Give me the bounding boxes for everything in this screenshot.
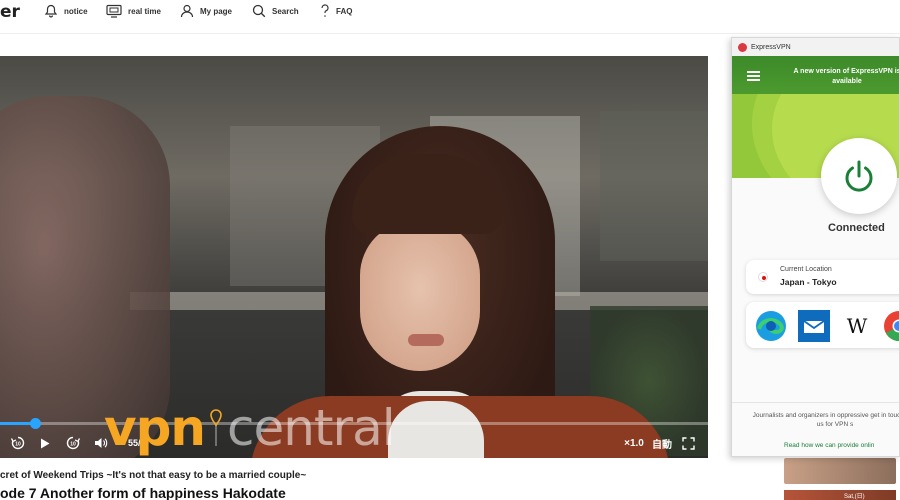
watermark-central: central <box>226 399 396 457</box>
svg-text:10: 10 <box>15 442 21 448</box>
menu-icon[interactable] <box>747 71 760 83</box>
forward-icon: 10 <box>66 436 81 450</box>
actress-lips <box>408 334 444 346</box>
actress-face <box>360 221 480 371</box>
wikipedia-shortcut[interactable]: W <box>840 309 874 343</box>
mail-icon <box>798 310 830 342</box>
speed-button[interactable]: ×1.0 <box>620 433 648 453</box>
wikipedia-icon: W <box>846 314 868 338</box>
mail-shortcut[interactable] <box>797 309 831 343</box>
thumbnail[interactable] <box>784 458 896 484</box>
vpn-app-name: ExpressVPN <box>751 43 791 51</box>
bell-icon <box>44 4 58 18</box>
rewind-10-button[interactable]: 10 <box>8 433 28 453</box>
tv-icon <box>106 4 122 18</box>
edge-shortcut[interactable] <box>754 309 788 343</box>
vpn-divider <box>732 402 899 403</box>
expressvpn-window: ExpressVPN A new version of ExpressVPN i… <box>731 37 900 457</box>
fullscreen-button[interactable] <box>680 433 696 453</box>
nav-search[interactable]: Search <box>252 0 299 22</box>
svg-text:10: 10 <box>70 442 76 448</box>
expressvpn-logo-icon <box>738 42 747 52</box>
search-icon <box>252 4 266 18</box>
site-logo[interactable]: er <box>0 2 20 22</box>
current-location-card[interactable]: Current Location Japan - Tokyo <box>746 260 899 294</box>
app-shortcuts: W <box>746 302 899 348</box>
play-icon <box>41 438 50 448</box>
location-value: Japan - Tokyo <box>780 277 837 287</box>
top-nav: er notice real time My page Search FAQ <box>0 0 900 34</box>
vpn-footer-text: Journalists and organizers in oppressive… <box>752 412 899 428</box>
location-pin-icon <box>209 406 223 450</box>
nav-search-label: Search <box>272 6 299 16</box>
forward-10-button[interactable]: 10 <box>63 433 83 453</box>
edge-icon <box>756 311 786 341</box>
thumbnail-caption: Sat,(日) <box>844 494 865 500</box>
thumbnail[interactable]: Sat,(日) <box>784 490 896 500</box>
update-notice[interactable]: A new version of ExpressVPN is available <box>782 67 899 87</box>
japan-flag-icon <box>758 272 768 282</box>
vpn-footer-link[interactable]: Read how we can provide onlin <box>784 442 874 449</box>
power-button[interactable] <box>821 138 897 214</box>
power-icon <box>845 160 873 192</box>
quality-button[interactable]: 自動 <box>650 433 674 453</box>
fullscreen-icon <box>681 436 695 450</box>
vpn-titlebar[interactable]: ExpressVPN <box>732 38 899 56</box>
nav-real-time[interactable]: real time <box>106 0 161 22</box>
background-shape <box>600 111 708 261</box>
nav-real-time-label: real time <box>128 6 161 16</box>
nav-notice[interactable]: notice <box>44 0 88 22</box>
chrome-icon <box>884 311 899 342</box>
nav-my-page-label: My page <box>200 6 233 16</box>
vpncentral-watermark: vpn central <box>104 396 396 460</box>
location-label: Current Location <box>780 266 832 273</box>
nav-my-page[interactable]: My page <box>180 0 232 22</box>
rewind-icon: 10 <box>10 436 25 450</box>
nav-notice-label: notice <box>64 6 88 16</box>
play-button[interactable] <box>36 433 54 453</box>
chrome-shortcut[interactable] <box>882 309 899 343</box>
watermark-vpn: vpn <box>104 399 206 457</box>
question-icon <box>321 4 329 17</box>
episode-title[interactable]: ode 7 Another form of happiness Hakodate <box>0 485 286 500</box>
user-icon <box>180 4 194 18</box>
episode-subtitle: cret of Weekend Trips ~It's not that eas… <box>0 470 307 481</box>
nav-faq[interactable]: FAQ <box>320 0 352 22</box>
vpn-header: A new version of ExpressVPN is available <box>732 56 899 94</box>
nav-faq-label: FAQ <box>336 6 353 16</box>
connection-status: Connected <box>828 222 885 234</box>
page: er notice real time My page Search FAQ 1… <box>0 0 900 500</box>
